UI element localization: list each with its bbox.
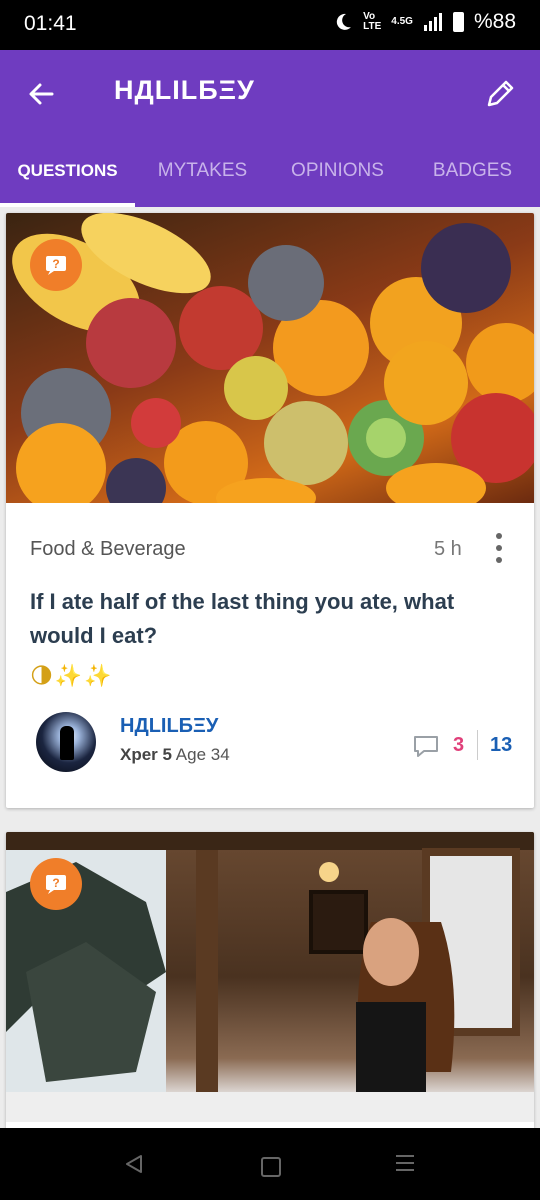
svg-text:?: ? [52, 876, 59, 890]
status-icons: Vo LTE 4.5G %88 [333, 10, 516, 34]
status-time: 01:41 [24, 12, 77, 35]
winter-cabin-photo[interactable]: ? [6, 832, 534, 1122]
author-age: Age 34 [175, 745, 230, 764]
moon-icon [336, 13, 352, 30]
author-level: Xper 5 Age 34 [120, 745, 230, 764]
pencil-icon[interactable] [480, 74, 520, 114]
svg-text:?: ? [52, 257, 59, 271]
divider [477, 730, 478, 760]
comment-icon[interactable] [412, 735, 440, 759]
post-emoji: 🌗✨✨ [30, 663, 114, 688]
system-nav-bar [0, 1128, 540, 1200]
fruit-photo[interactable]: ? [6, 213, 534, 503]
net-speed: 4.5G [391, 16, 413, 27]
more-options-icon[interactable] [492, 533, 506, 563]
status-bar: 01:41 Vo LTE 4.5G %88 [0, 0, 540, 50]
author-name[interactable]: НДLILБΞУ [120, 715, 218, 738]
nav-back-icon[interactable] [124, 1154, 144, 1174]
signal-icon [423, 13, 442, 31]
question-card[interactable]: ? [6, 832, 534, 1132]
volte-indicator: Vo LTE [363, 11, 382, 32]
fruit-illustration [12, 213, 534, 503]
tab-questions[interactable]: QUESTIONS [0, 148, 135, 207]
avatar[interactable] [36, 712, 96, 772]
question-badge-icon: ? [30, 239, 82, 291]
tab-mytakes[interactable]: MYTAKES [135, 148, 270, 207]
back-arrow-icon[interactable] [22, 74, 62, 114]
post-title[interactable]: If I ate half of the last thing you ate,… [30, 585, 500, 653]
post-category[interactable]: Food & Beverage [30, 538, 186, 561]
app-bar: НДLILБΞУ QUESTIONS MYTAKES OPINIONS BADG… [0, 50, 540, 207]
question-badge-icon: ? [30, 858, 82, 910]
cabin-illustration [6, 832, 534, 1122]
tab-badges[interactable]: BADGES [405, 148, 540, 207]
nav-home-icon[interactable] [261, 1157, 281, 1177]
page-title: НДLILБΞУ [114, 75, 255, 105]
vote-count[interactable]: 13 [490, 734, 512, 757]
post-time: 5 h [434, 538, 462, 560]
comment-count[interactable]: 3 [453, 734, 464, 757]
tab-bar: QUESTIONS MYTAKES OPINIONS BADGES [0, 148, 540, 207]
question-card[interactable]: ? Food & Beverage 5 h If I ate half of t… [6, 213, 534, 808]
battery-percent: %88 [473, 10, 516, 33]
battery-icon [452, 12, 464, 32]
tab-opinions[interactable]: OPINIONS [270, 148, 405, 207]
nav-recents-icon[interactable] [396, 1155, 414, 1176]
